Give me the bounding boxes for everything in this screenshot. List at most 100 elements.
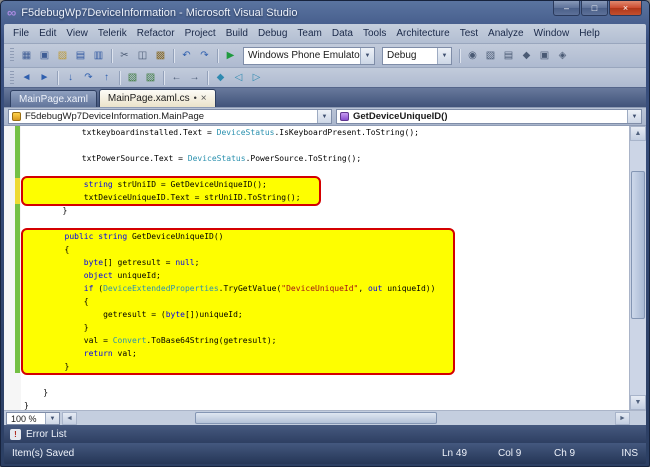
menu-file[interactable]: File (8, 26, 34, 41)
scroll-right-icon[interactable]: ► (615, 412, 630, 425)
save-icon[interactable]: ▤ (72, 47, 89, 64)
menu-telerik[interactable]: Telerik (93, 26, 132, 41)
horizontal-scroll-thumb[interactable] (195, 412, 438, 424)
error-list-panel[interactable]: ! Error List (4, 425, 646, 443)
code-line[interactable]: txtPowerSource.Text = DeviceStatus.Power… (24, 152, 629, 165)
maximize-button[interactable]: □ (581, 1, 608, 16)
toolbar-grip[interactable] (10, 71, 14, 84)
object-browser-icon[interactable]: ◆ (518, 47, 535, 64)
start-debugging-icon[interactable]: ▶ (222, 47, 239, 64)
extension-manager-icon[interactable]: ◈ (554, 47, 571, 64)
menu-build[interactable]: Build (221, 26, 253, 41)
step-over-icon[interactable]: ↷ (80, 69, 97, 86)
tab-mainpage-xaml[interactable]: MainPage.xaml (10, 90, 97, 107)
menu-refactor[interactable]: Refactor (132, 26, 180, 41)
properties-window-icon[interactable]: ▤ (500, 47, 517, 64)
undo-icon[interactable]: ↶ (178, 47, 195, 64)
types-dropdown[interactable]: F5debugWp7DeviceInformation.MainPage ▼ (8, 109, 332, 124)
find-in-files-icon[interactable]: ◉ (464, 47, 481, 64)
code-line[interactable]: } (24, 204, 629, 217)
menu-analyze[interactable]: Analyze (483, 26, 529, 41)
save-all-icon[interactable]: ▥ (90, 47, 107, 64)
editor-change-margin[interactable] (4, 126, 21, 410)
menu-test[interactable]: Test (455, 26, 483, 41)
toolbar-separator (217, 48, 218, 63)
toolbar-grip[interactable] (10, 48, 14, 63)
code-line[interactable] (24, 139, 629, 152)
toolbox-icon[interactable]: ▣ (536, 47, 553, 64)
code-line[interactable]: if (DeviceExtendedProperties.TryGetValue… (26, 282, 436, 295)
uncomment-selection-icon[interactable]: ▨ (142, 69, 159, 86)
step-into-icon[interactable]: ↓ (62, 69, 79, 86)
menu-window[interactable]: Window (529, 26, 575, 41)
chevron-down-icon[interactable]: ▼ (360, 47, 374, 64)
close-button[interactable]: × (609, 1, 642, 16)
scroll-down-icon[interactable]: ▼ (630, 395, 646, 410)
code-line[interactable]: txtDeviceUniqueID.Text = strUniID.ToStri… (26, 191, 301, 204)
code-line[interactable]: val = Convert.ToBase64String(getresult); (26, 334, 435, 347)
menu-architecture[interactable]: Architecture (391, 26, 454, 41)
code-line[interactable]: byte[] getresult = null; (26, 256, 435, 269)
close-tab-icon[interactable]: × (201, 93, 207, 104)
code-line[interactable]: } (24, 386, 629, 399)
increase-indent-icon[interactable]: → (186, 69, 203, 86)
code-line[interactable]: string strUniID = GetDeviceUniqueID(); (26, 178, 301, 191)
chevron-down-icon[interactable]: ▼ (437, 47, 451, 64)
new-project-icon[interactable]: ▦ (18, 47, 35, 64)
solution-configurations-dropdown[interactable]: Debug ▼ (382, 46, 452, 65)
code-token: "DeviceUniqueId" (281, 284, 359, 293)
decrease-indent-icon[interactable]: ← (168, 69, 185, 86)
code-lines[interactable]: txtkeyboardinstalled.Text = DeviceStatus… (21, 126, 629, 410)
navigate-backward-icon[interactable]: ◄ (18, 69, 35, 86)
menu-tools[interactable]: Tools (358, 26, 391, 41)
vertical-scrollbar[interactable]: ▲ ▼ (629, 126, 646, 410)
solution-explorer-icon[interactable]: ▧ (482, 47, 499, 64)
menu-data[interactable]: Data (327, 26, 358, 41)
code-line[interactable]: object uniqueId; (26, 269, 435, 282)
comment-selection-icon[interactable]: ▧ (124, 69, 141, 86)
title-bar[interactable]: ∞ F5debugWp7DeviceInformation - Microsof… (4, 1, 646, 24)
horizontal-scroll-track[interactable] (77, 412, 615, 424)
scroll-left-icon[interactable]: ◄ (62, 412, 77, 425)
menu-team[interactable]: Team (292, 26, 326, 41)
scroll-up-icon[interactable]: ▲ (630, 126, 646, 141)
paste-icon[interactable]: ▩ (152, 47, 169, 64)
zoom-dropdown[interactable]: 100 % ▼ (6, 412, 60, 425)
toggle-bookmark-icon[interactable]: ◆ (212, 69, 229, 86)
menu-edit[interactable]: Edit (34, 26, 61, 41)
chevron-down-icon[interactable]: ▼ (45, 413, 59, 424)
menu-debug[interactable]: Debug (253, 26, 292, 41)
code-token: getresult = ( (26, 310, 166, 319)
code-line[interactable]: { (26, 295, 435, 308)
chevron-down-icon[interactable]: ▼ (627, 110, 641, 123)
next-bookmark-icon[interactable]: ▷ (248, 69, 265, 86)
code-line[interactable] (24, 373, 629, 386)
open-file-icon[interactable]: ▨ (54, 47, 71, 64)
navigate-forward-icon[interactable]: ► (36, 69, 53, 86)
code-line[interactable]: } (24, 399, 629, 410)
code-line[interactable]: getresult = (byte[])uniqueId; (26, 308, 435, 321)
vertical-scroll-track[interactable] (630, 141, 646, 395)
tab-mainpage-xaml-cs[interactable]: MainPage.xaml.cs • × (98, 89, 216, 107)
code-line[interactable]: txtkeyboardinstalled.Text = DeviceStatus… (24, 126, 629, 139)
redo-icon[interactable]: ↷ (196, 47, 213, 64)
menu-help[interactable]: Help (574, 26, 605, 41)
minimize-button[interactable]: – (553, 1, 580, 16)
code-line[interactable]: { (26, 243, 435, 256)
vertical-scroll-thumb[interactable] (631, 171, 645, 319)
code-line[interactable]: public string GetDeviceUniqueID() (26, 230, 435, 243)
debug-target-dropdown[interactable]: Windows Phone Emulator ▼ (243, 46, 375, 65)
cut-icon[interactable]: ✂ (116, 47, 133, 64)
menu-project[interactable]: Project (180, 26, 221, 41)
code-line[interactable]: } (26, 360, 435, 373)
code-line[interactable]: return val; (26, 347, 435, 360)
add-item-icon[interactable]: ▣ (36, 47, 53, 64)
chevron-down-icon[interactable]: ▼ (317, 110, 331, 123)
code-line[interactable]: } (26, 321, 435, 334)
code-token: } (24, 206, 68, 215)
copy-icon[interactable]: ◫ (134, 47, 151, 64)
menu-view[interactable]: View (61, 26, 93, 41)
step-out-icon[interactable]: ↑ (98, 69, 115, 86)
members-dropdown[interactable]: GetDeviceUniqueID() ▼ (336, 109, 642, 124)
previous-bookmark-icon[interactable]: ◁ (230, 69, 247, 86)
